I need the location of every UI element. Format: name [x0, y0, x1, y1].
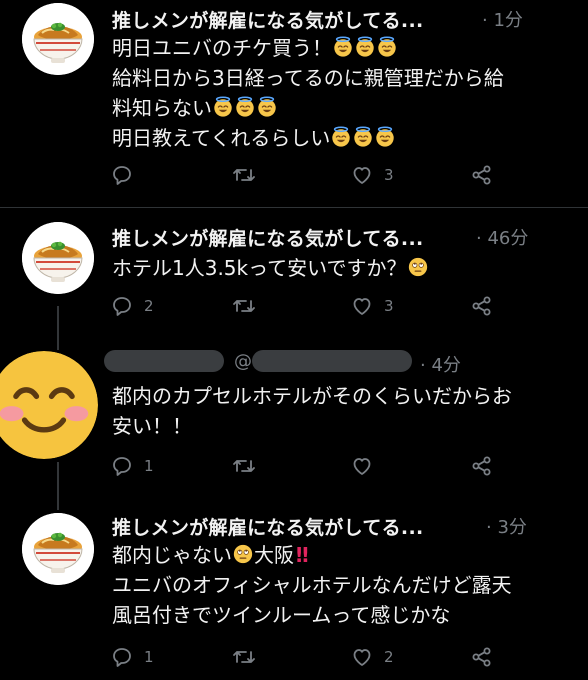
display-name[interactable]: 推しメンが解雇になる気がしてる... — [112, 513, 423, 540]
action-bar: 2 3 — [110, 294, 510, 324]
action-bar: 1 2 — [110, 645, 510, 675]
tweet-line: ユニバのオフィシャルホテルなんだけど露天 — [112, 573, 512, 597]
halo-smile-emoji-icon — [332, 36, 354, 58]
reply-count: 1 — [144, 648, 154, 666]
share-icon — [470, 294, 494, 318]
eye-roll-emoji-icon — [407, 256, 429, 278]
like-count: 2 — [384, 648, 394, 666]
smiling-face-avatar[interactable] — [0, 351, 98, 459]
katsudon-avatar[interactable] — [22, 3, 94, 75]
heart-icon — [350, 163, 374, 187]
tweet-line: 風呂付きでツインルームって感じかな — [112, 603, 451, 627]
timestamp[interactable]: · 46分 — [476, 224, 528, 250]
tweet-line: 都内じゃない — [112, 543, 232, 567]
katsudon-avatar[interactable] — [22, 513, 94, 585]
like-button[interactable]: 2 — [350, 645, 394, 669]
share-button[interactable] — [470, 163, 494, 187]
retweet-icon — [232, 294, 256, 318]
heart-icon — [350, 454, 374, 478]
tweet-4[interactable]: 推しメンが解雇になる気がしてる... · 3分 都内じゃない 大阪 ‼ ユニバのオフ… — [0, 505, 588, 680]
share-icon — [470, 454, 494, 478]
handle[interactable]: @ — [234, 351, 252, 372]
tweet-line: 安い！！ — [112, 414, 192, 438]
tweet-2[interactable]: 推しメンが解雇になる気がしてる... · 46分 ホテル1人3.5kって安いです… — [0, 210, 588, 340]
reply-button[interactable] — [110, 163, 144, 187]
tweet-text: 明日ユニバのチケ買う！ 給料日から3日経ってるのに親管理だから給 料知らない 明… — [112, 33, 504, 153]
tweet-line: 明日ユニバのチケ買う！ — [112, 36, 332, 60]
tweet-line: 料知らない — [112, 96, 212, 120]
tweet-text: 都内のカプセルホテルがそのくらいだからお 安い！！ — [112, 381, 512, 441]
display-name[interactable]: 推しメンが解雇になる気がしてる... — [112, 224, 423, 251]
reply-icon — [110, 454, 134, 478]
timestamp[interactable]: · 3分 — [486, 513, 527, 539]
tweet-3[interactable]: @ · 4分 都内のカプセルホテルがそのくらいだからお 安い！！ 1 — [0, 345, 588, 495]
katsudon-avatar[interactable] — [22, 222, 94, 294]
double-exclamation-icon: ‼ — [296, 543, 309, 567]
reply-count: 2 — [144, 297, 154, 315]
like-count: 3 — [384, 297, 394, 315]
halo-smile-emoji-icon — [376, 36, 398, 58]
thread-connector — [57, 306, 59, 350]
reply-button[interactable]: 2 — [110, 294, 154, 318]
tweet-text: ホテル1人3.5kって安いですか？ — [112, 253, 429, 283]
retweet-icon — [232, 454, 256, 478]
reply-button[interactable]: 1 — [110, 454, 154, 478]
like-button[interactable]: 3 — [350, 294, 394, 318]
halo-smile-emoji-icon — [374, 126, 396, 148]
redacted-display-name — [104, 350, 224, 372]
like-count: 3 — [384, 166, 394, 184]
share-button[interactable] — [470, 645, 494, 669]
retweet-button[interactable] — [232, 645, 266, 669]
reply-icon — [110, 294, 134, 318]
tweet-line: 都内のカプセルホテルがそのくらいだからお — [112, 384, 512, 408]
halo-smile-emoji-icon — [256, 96, 278, 118]
tweet-line: 給料日から3日経ってるのに親管理だから給 — [112, 66, 504, 90]
retweet-icon — [232, 645, 256, 669]
halo-smile-emoji-icon — [330, 126, 352, 148]
tweet-1[interactable]: 推しメンが解雇になる気がしてる... · 1分 明日ユニバのチケ買う！ 給料日か… — [0, 0, 588, 205]
display-name[interactable]: 推しメンが解雇になる気がしてる... — [112, 6, 423, 33]
halo-smile-emoji-icon — [354, 36, 376, 58]
tweet-line: ホテル1人3.5kって安いですか？ — [112, 256, 407, 280]
timestamp[interactable]: · 1分 — [482, 6, 523, 32]
tweet-text: 都内じゃない 大阪 ‼ ユニバのオフィシャルホテルなんだけど露天 風呂付きでツインル… — [112, 540, 512, 630]
retweet-button[interactable] — [232, 294, 266, 318]
share-icon — [470, 645, 494, 669]
redacted-handle — [252, 350, 412, 372]
reply-count: 1 — [144, 457, 154, 475]
like-button[interactable]: 3 — [350, 163, 394, 187]
reply-button[interactable]: 1 — [110, 645, 154, 669]
eye-roll-emoji-icon — [232, 543, 254, 565]
timestamp[interactable]: · 4分 — [420, 351, 461, 377]
halo-smile-emoji-icon — [352, 126, 374, 148]
reply-icon — [110, 163, 134, 187]
action-bar: 1 — [110, 454, 510, 484]
thread-connector — [57, 462, 59, 510]
heart-icon — [350, 294, 374, 318]
action-bar: 3 — [110, 163, 510, 193]
share-button[interactable] — [470, 294, 494, 318]
halo-smile-emoji-icon — [234, 96, 256, 118]
retweet-icon — [232, 163, 256, 187]
share-button[interactable] — [470, 454, 494, 478]
retweet-button[interactable] — [232, 163, 266, 187]
tweet-divider — [0, 207, 588, 208]
tweet-line: 明日教えてくれるらしい — [112, 126, 331, 150]
reply-icon — [110, 645, 134, 669]
halo-smile-emoji-icon — [212, 96, 234, 118]
retweet-button[interactable] — [232, 454, 266, 478]
share-icon — [470, 163, 494, 187]
tweet-line: 大阪 — [254, 543, 294, 567]
heart-icon — [350, 645, 374, 669]
like-button[interactable] — [350, 454, 384, 478]
